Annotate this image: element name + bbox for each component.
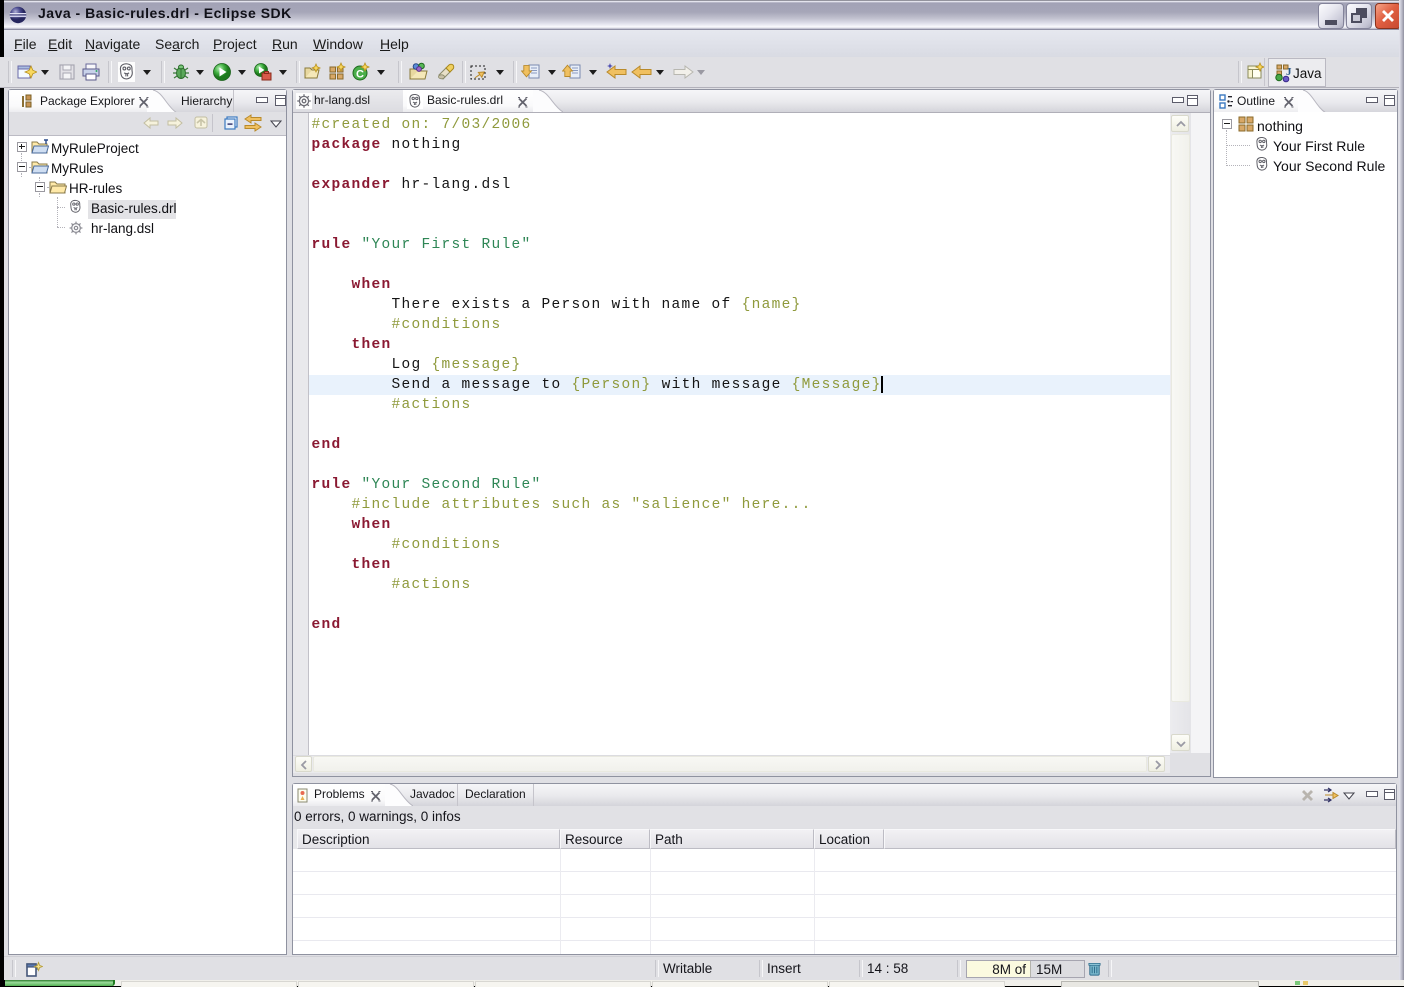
svg-text:J: J xyxy=(1286,66,1292,78)
svg-text:C: C xyxy=(356,69,364,81)
